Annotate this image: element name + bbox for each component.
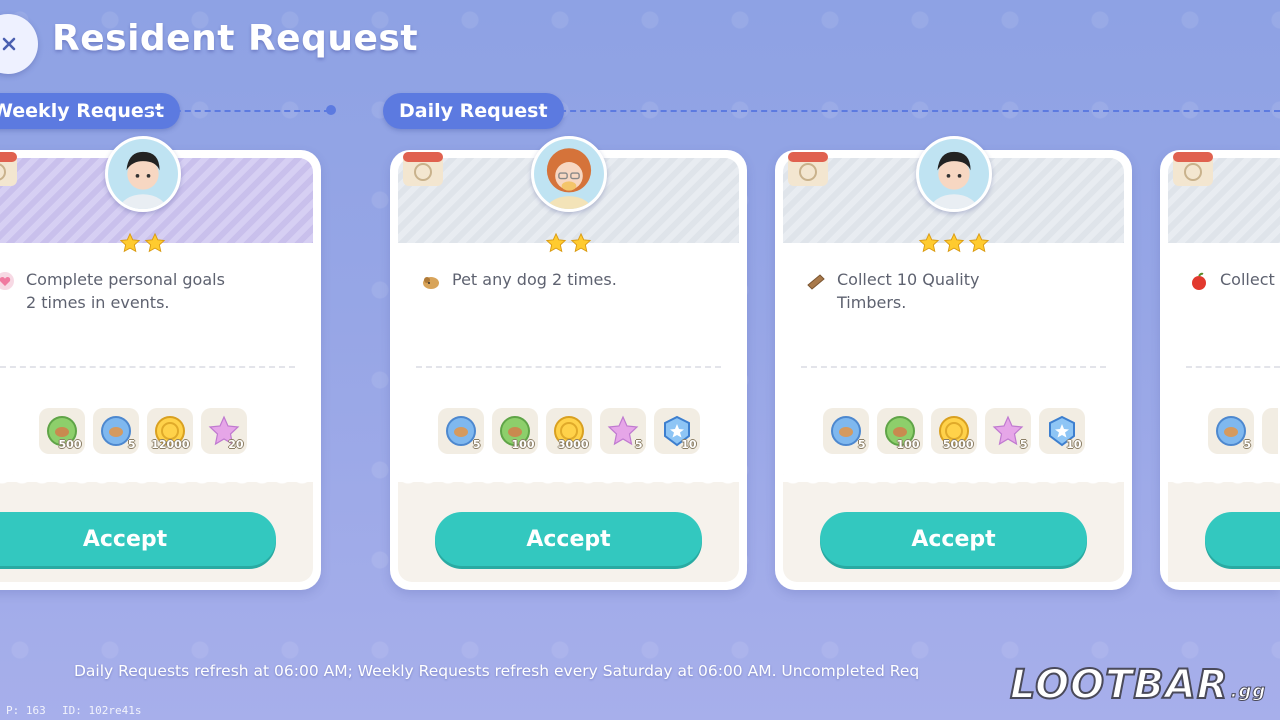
star-icon — [119, 232, 141, 253]
reward-item[interactable]: 12000 — [146, 408, 193, 454]
star-icon — [570, 232, 592, 253]
star-rating — [775, 232, 1132, 254]
reward-count: 5 — [472, 438, 481, 451]
reward-item[interactable]: 5 — [984, 408, 1031, 454]
task-description: Complete personal goals 2 times in event… — [0, 268, 291, 314]
reward-item[interactable]: 5 — [437, 408, 484, 454]
daily-divider-line — [550, 110, 1280, 112]
reward-item[interactable]: 100 — [491, 408, 538, 454]
task-line-1: Complete personal goals — [26, 270, 225, 289]
reward-list: 500 5 12000 20 — [0, 408, 321, 454]
reward-count: 5 — [1243, 438, 1251, 451]
star-icon — [968, 232, 989, 253]
task-line-2: 2 times in events. — [26, 293, 170, 312]
heart-badge-icon — [0, 272, 14, 290]
reward-item[interactable]: 5 — [1208, 408, 1254, 454]
calendar-icon — [788, 152, 828, 186]
debug-id-label: ID: 102re41s — [62, 704, 142, 717]
accept-button[interactable] — [1205, 512, 1280, 566]
calendar-icon — [403, 152, 443, 186]
task-description: Collect 10 Quality Timbers. — [805, 268, 1102, 314]
task-line-2: Timbers. — [837, 293, 907, 312]
watermark-text: LOOTBAR — [1009, 661, 1229, 709]
card-divider — [1186, 366, 1280, 368]
request-card-daily-2: Collect 10 Quality Timbers. 5 100 5000 5… — [775, 136, 1132, 590]
task-description: Collect — [1188, 268, 1280, 292]
reward-item[interactable]: 5 — [822, 408, 869, 454]
daily-request-tag: Daily Request — [383, 93, 564, 129]
reward-count: 500 — [58, 438, 82, 451]
request-card-weekly: Complete personal goals 2 times in event… — [0, 136, 321, 590]
reward-count: 100 — [511, 438, 535, 451]
reward-count: 5 — [634, 438, 643, 451]
refresh-note: Daily Requests refresh at 06:00 AM; Week… — [74, 662, 920, 680]
resident-avatar — [915, 136, 992, 212]
star-icon — [943, 232, 964, 253]
star-icon — [144, 232, 166, 253]
reward-count: 5 — [857, 438, 866, 451]
calendar-icon — [0, 152, 17, 186]
weekly-divider-dot — [326, 105, 336, 115]
reward-count: 100 — [896, 438, 920, 451]
weekly-divider-line — [145, 110, 330, 112]
debug-p-label: P: 163 — [6, 704, 46, 717]
card-divider — [801, 366, 1106, 368]
request-card-daily-3: Collect 5 — [1160, 150, 1280, 590]
request-card-daily-1: Pet any dog 2 times. 5 100 3000 5 10 Acc… — [390, 136, 747, 590]
reward-item[interactable]: 10 — [1038, 408, 1085, 454]
task-line-1: Collect — [1220, 270, 1275, 289]
accept-button[interactable]: Accept — [820, 512, 1087, 566]
star-rating — [390, 232, 747, 254]
resident-avatar — [104, 136, 181, 212]
card-divider — [416, 366, 721, 368]
resident-avatar — [530, 136, 607, 212]
reward-list: 5 100 3000 5 10 — [390, 408, 747, 454]
accept-button[interactable]: Accept — [435, 512, 702, 566]
reward-count: 10 — [681, 438, 697, 451]
reward-item[interactable]: 5000 — [930, 408, 977, 454]
lootbar-watermark: LOOTBAR .gg — [1009, 661, 1267, 709]
reward-count: 5000 — [942, 438, 974, 451]
card-divider — [0, 366, 295, 368]
reward-list: 5 — [1208, 408, 1280, 454]
reward-item[interactable]: 500 — [38, 408, 85, 454]
accept-button[interactable]: Accept — [0, 512, 276, 566]
apple-icon — [1192, 272, 1206, 290]
reward-item[interactable]: 10 — [653, 408, 700, 454]
reward-item[interactable]: 100 — [876, 408, 923, 454]
dog-icon — [423, 277, 439, 289]
reward-item-clipped[interactable] — [1262, 408, 1278, 454]
reward-count: 10 — [1066, 438, 1082, 451]
reward-item[interactable]: 20 — [200, 408, 247, 454]
watermark-suffix: .gg — [1230, 681, 1267, 703]
reward-item[interactable]: 5 — [92, 408, 139, 454]
star-icon — [918, 232, 939, 253]
star-rating — [0, 232, 321, 254]
reward-count: 20 — [228, 438, 244, 451]
star-icon — [545, 232, 567, 253]
task-line-1: Collect 10 Quality — [837, 270, 980, 289]
reward-count: 12000 — [151, 438, 190, 451]
calendar-icon — [1173, 152, 1213, 186]
reward-count: 5 — [1019, 438, 1028, 451]
timber-icon — [807, 274, 825, 290]
close-icon — [2, 37, 16, 51]
reward-item[interactable]: 5 — [599, 408, 646, 454]
reward-item[interactable]: 3000 — [545, 408, 592, 454]
reward-count: 5 — [127, 438, 136, 451]
task-line-1: Pet any dog 2 times. — [452, 270, 617, 289]
task-description: Pet any dog 2 times. — [420, 268, 717, 292]
reward-count: 3000 — [557, 438, 589, 451]
reward-list: 5 100 5000 5 10 — [775, 408, 1132, 454]
page-title: Resident Request — [52, 18, 419, 59]
